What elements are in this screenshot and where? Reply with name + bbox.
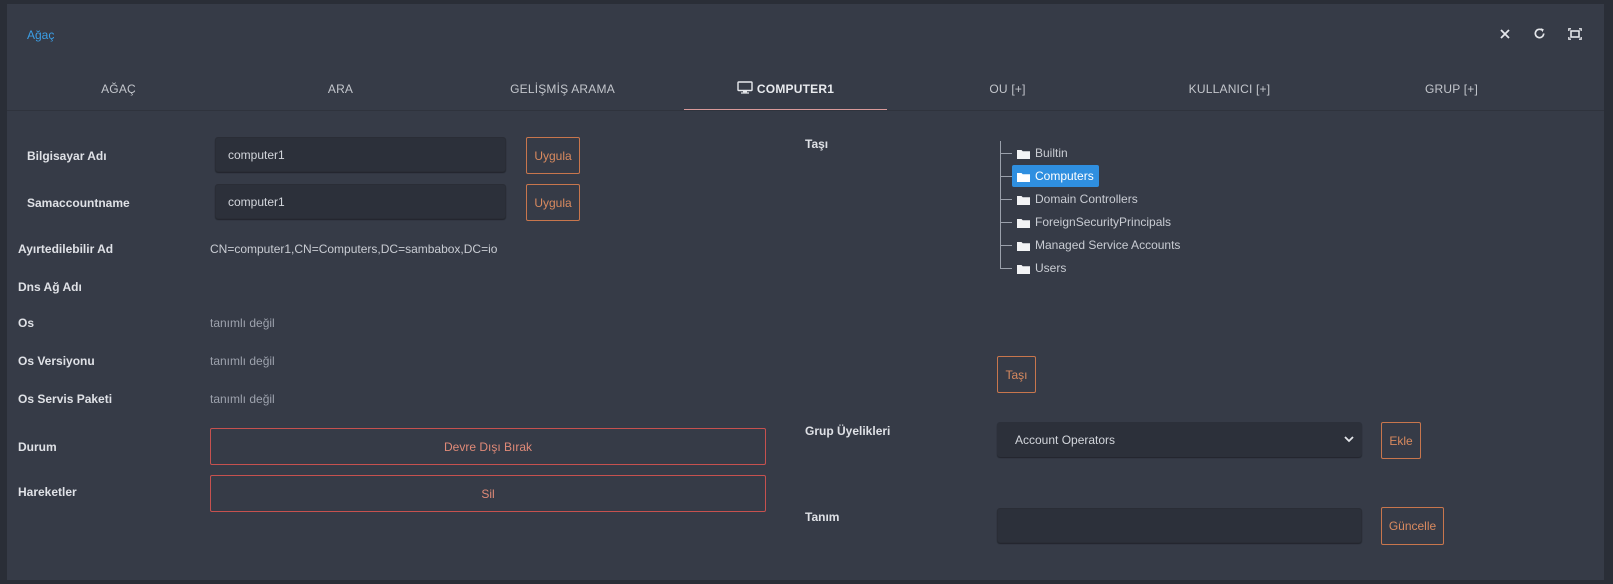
tree-item[interactable]: Builtin: [1012, 142, 1073, 164]
tab-grup[interactable]: GRUP [+]: [1350, 68, 1553, 110]
tree-item-label: Managed Service Accounts: [1035, 238, 1181, 252]
window-controls: [1497, 26, 1582, 41]
tree-node[interactable]: Users: [1000, 257, 1071, 279]
tab-gelismis-arama[interactable]: GELİŞMİŞ ARAMA: [461, 68, 664, 110]
dn-label: Ayırtedilebilir Ad: [18, 242, 114, 256]
computer-panel: Ağaç AĞAÇ ARA GELİŞMİŞ ARAMA COMPUTER1 O…: [7, 4, 1604, 580]
tab-label: ARA: [327, 82, 354, 96]
description-label: Tanım: [805, 510, 840, 524]
tab-ara[interactable]: ARA: [239, 68, 442, 110]
os-service-pack-value: tanımlı değil: [210, 392, 275, 406]
group-select-value: Account Operators: [1015, 432, 1116, 447]
tree-item-label: ForeignSecurityPrincipals: [1035, 215, 1172, 229]
tree-node[interactable]: Builtin: [1000, 142, 1073, 164]
status-label: Durum: [18, 440, 57, 454]
tree-node[interactable]: Domain Controllers: [1000, 188, 1143, 210]
description-input[interactable]: [997, 508, 1362, 543]
tab-label: GELİŞMİŞ ARAMA: [510, 82, 615, 96]
tree-item-label: Domain Controllers: [1035, 192, 1138, 206]
samaccountname-label: Samaccountname: [27, 196, 130, 210]
tree-node[interactable]: Computers: [1000, 165, 1099, 187]
add-group-button[interactable]: Ekle: [1381, 422, 1421, 459]
close-icon[interactable]: [1497, 26, 1512, 41]
samaccountname-input[interactable]: computer1: [215, 184, 506, 219]
tree-item-label: Builtin: [1035, 146, 1068, 160]
actions-label: Hareketler: [18, 485, 77, 499]
tree-item[interactable]: Managed Service Accounts: [1012, 234, 1185, 256]
computer-name-input[interactable]: computer1: [215, 137, 506, 172]
tree-item[interactable]: Domain Controllers: [1012, 188, 1143, 210]
dn-value: CN=computer1,CN=Computers,DC=sambabox,DC…: [210, 242, 498, 256]
tab-label: GRUP [+]: [1424, 82, 1479, 96]
tree-item[interactable]: Users: [1012, 257, 1071, 279]
folder-icon: [1017, 194, 1030, 205]
group-select[interactable]: Account Operators: [997, 422, 1362, 457]
tab-agac[interactable]: AĞAÇ: [17, 68, 220, 110]
apply-computer-name-button[interactable]: Uygula: [526, 137, 580, 174]
tree-node[interactable]: Managed Service Accounts: [1000, 234, 1185, 256]
os-service-pack-label: Os Servis Paketi: [18, 392, 113, 406]
tab-ou[interactable]: OU [+]: [906, 68, 1109, 110]
folder-icon: [1017, 263, 1030, 274]
tab-label: KULLANICI [+]: [1188, 82, 1271, 96]
refresh-icon[interactable]: [1532, 26, 1547, 41]
tree-item[interactable]: ForeignSecurityPrincipals: [1012, 211, 1176, 233]
folder-icon: [1017, 217, 1030, 228]
group-memberships-label: Grup Üyelikleri: [805, 424, 891, 438]
os-label: Os: [18, 316, 35, 330]
tree-item-selected[interactable]: Computers: [1012, 165, 1099, 187]
tab-label: COMPUTER1: [756, 81, 835, 96]
apply-samaccountname-button[interactable]: Uygula: [526, 184, 580, 221]
tab-kullanici[interactable]: KULLANICI [+]: [1128, 68, 1331, 110]
folder-icon: [1017, 240, 1030, 251]
ou-tree: Builtin Computers Domain Controllers For…: [1000, 141, 1200, 281]
tree-item-label: Computers: [1035, 169, 1094, 183]
tab-label: AĞAÇ: [101, 82, 136, 96]
move-label: Taşı: [805, 137, 829, 151]
tab-label: OU [+]: [989, 82, 1026, 96]
os-version-label: Os Versiyonu: [18, 354, 95, 368]
dns-label: Dns Ağ Adı: [18, 280, 82, 294]
delete-button[interactable]: Sil: [210, 475, 766, 512]
os-value: tanımlı değil: [210, 316, 275, 330]
update-description-button[interactable]: Güncelle: [1381, 507, 1444, 545]
monitor-icon: [737, 80, 753, 97]
disable-button[interactable]: Devre Dışı Bırak: [210, 428, 766, 465]
computer-name-label: Bilgisayar Adı: [27, 149, 107, 163]
chevron-down-icon: [1344, 433, 1354, 447]
tab-bar: AĞAÇ ARA GELİŞMİŞ ARAMA COMPUTER1 OU [+]…: [7, 68, 1604, 111]
folder-icon: [1017, 171, 1030, 182]
panel-title[interactable]: Ağaç: [27, 28, 54, 42]
maximize-icon[interactable]: [1567, 26, 1582, 41]
move-button[interactable]: Taşı: [997, 356, 1036, 393]
folder-icon: [1017, 148, 1030, 159]
tree-node[interactable]: ForeignSecurityPrincipals: [1000, 211, 1176, 233]
os-version-value: tanımlı değil: [210, 354, 275, 368]
tab-computer1[interactable]: COMPUTER1: [684, 68, 887, 110]
tree-item-label: Users: [1035, 261, 1067, 275]
